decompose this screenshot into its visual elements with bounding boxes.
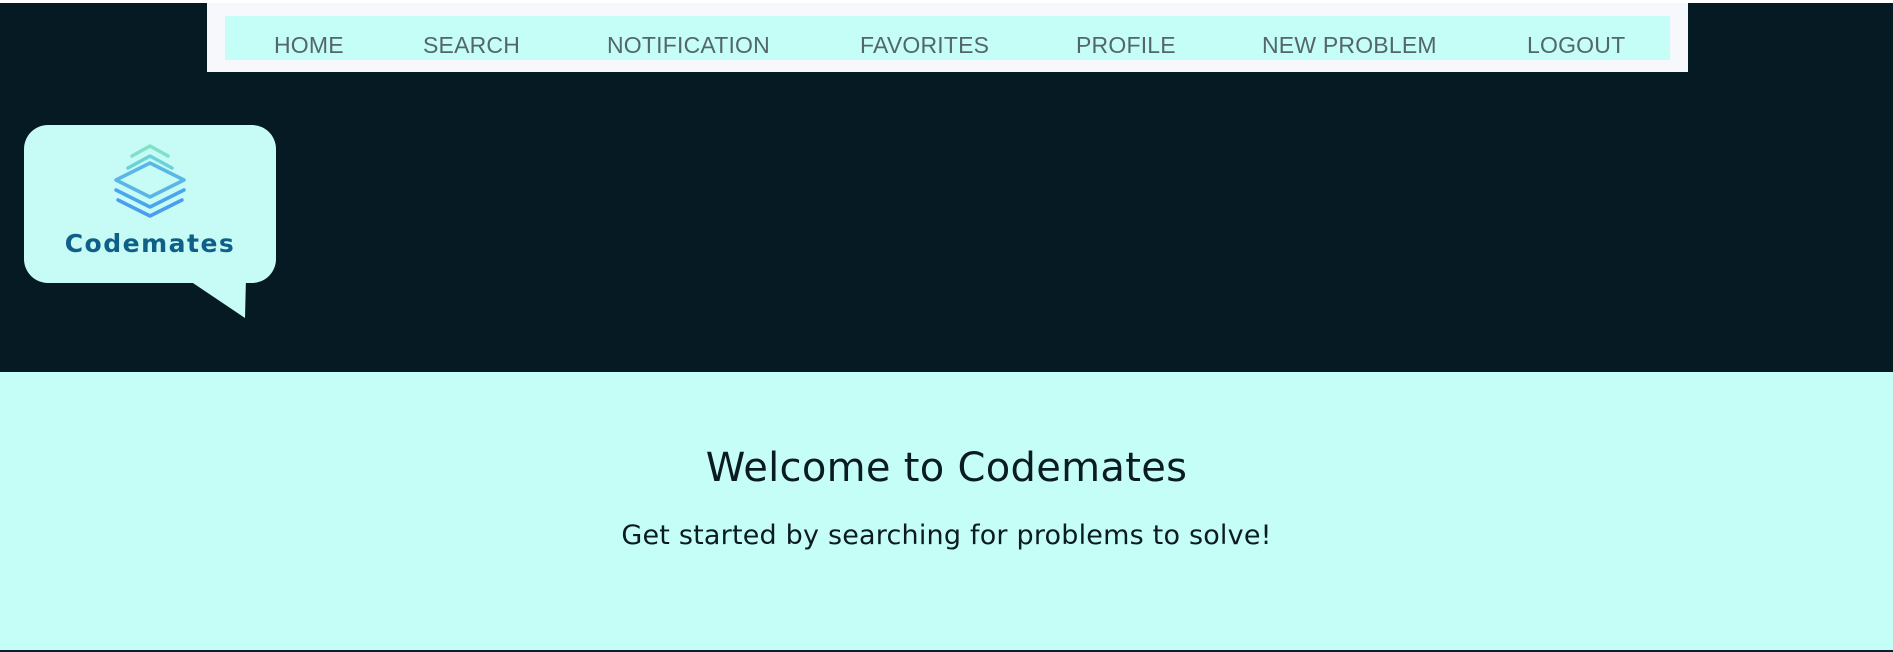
logo-text: Codemates bbox=[64, 229, 236, 258]
navigation-menu: HOME SEARCH NOTIFICATION FAVORITES PROFI… bbox=[225, 16, 1670, 60]
nav-home-link[interactable]: HOME bbox=[274, 34, 344, 57]
codemates-logo[interactable]: Codemates bbox=[24, 125, 276, 319]
nav-new-problem-link[interactable]: NEW PROBLEM bbox=[1262, 34, 1437, 57]
nav-search-link[interactable]: SEARCH bbox=[423, 34, 520, 57]
nav-logout-link[interactable]: LOGOUT bbox=[1527, 34, 1625, 57]
nav-profile-link[interactable]: PROFILE bbox=[1076, 34, 1176, 57]
navigation-bar: HOME SEARCH NOTIFICATION FAVORITES PROFI… bbox=[207, 3, 1688, 72]
welcome-title: Welcome to Codemates bbox=[705, 445, 1188, 491]
stacked-layers-icon bbox=[114, 144, 186, 218]
welcome-section: Welcome to Codemates Get started by sear… bbox=[0, 372, 1893, 650]
welcome-subtitle: Get started by searching for problems to… bbox=[621, 520, 1272, 551]
nav-favorites-link[interactable]: FAVORITES bbox=[860, 34, 989, 57]
nav-notification-link[interactable]: NOTIFICATION bbox=[607, 34, 770, 57]
